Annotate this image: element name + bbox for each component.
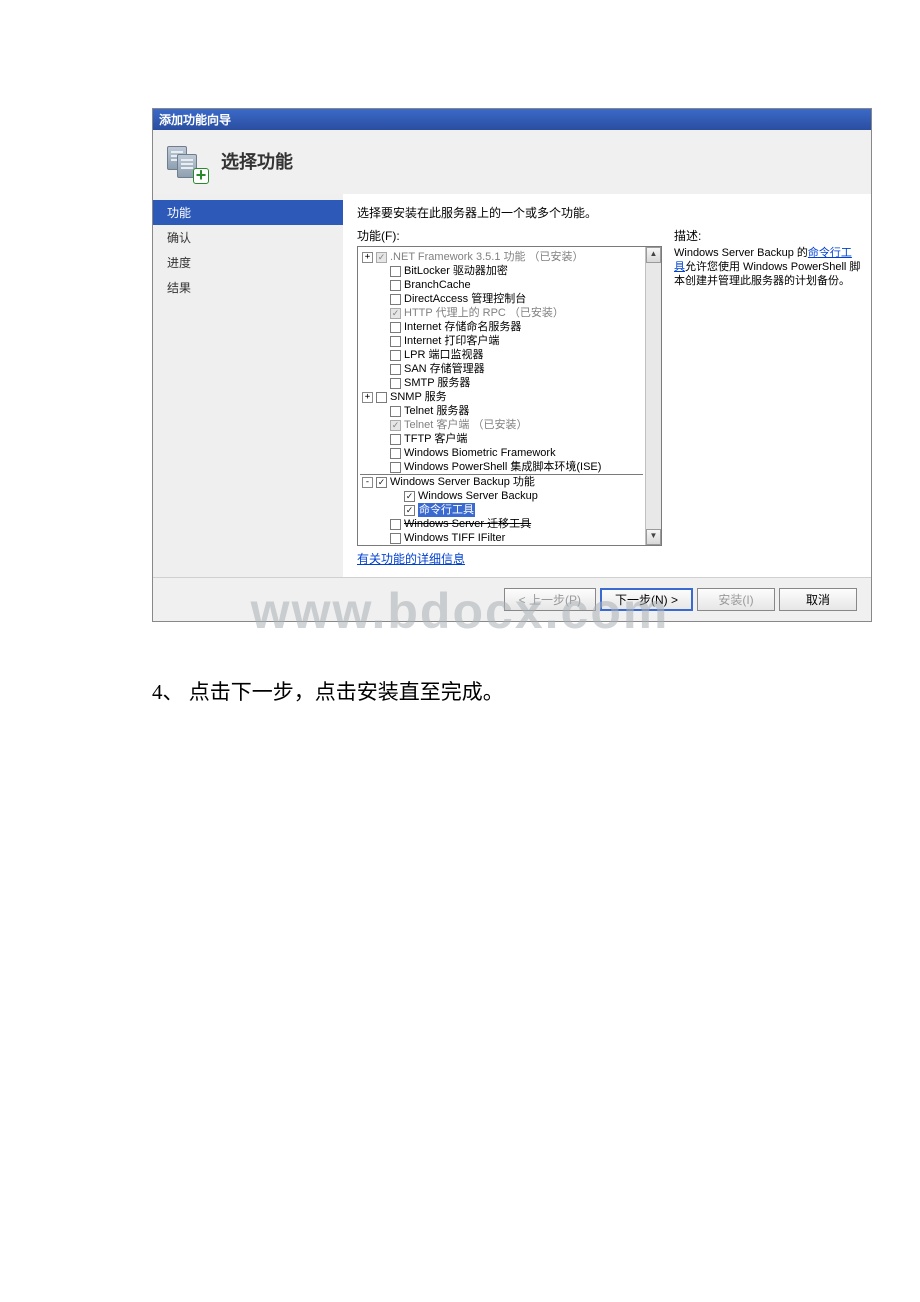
sidebar-item-progress[interactable]: 进度 [153,250,343,275]
tree-item-label: .NET Framework 3.5.1 功能 （已安装） [390,250,584,264]
checkbox[interactable]: ✓ [404,505,415,516]
tree-row[interactable]: ✓命令行工具 [360,503,643,517]
features-tree[interactable]: +✓.NET Framework 3.5.1 功能 （已安装）BitLocker… [357,246,662,546]
description-text: Windows Server Backup 的命令行工具允许您使用 Window… [674,246,861,288]
caption-text: 4、 点击下一步，点击安装直至完成。 [152,676,768,706]
checkbox: ✓ [376,252,387,263]
window-titlebar: 添加功能向导 [153,109,871,130]
sidebar-item-features[interactable]: 功能 [153,200,343,225]
tree-row[interactable]: BitLocker 驱动器加密 [360,264,643,278]
tree-item-label: Windows Server Backup 功能 [390,475,535,489]
add-features-wizard: 添加功能向导 + 选择功能 功能 确认 进度 结果 选择要安装在此服务器上的一个… [152,108,872,622]
features-label: 功能(F): [357,227,662,244]
instruction-text: 选择要安装在此服务器上的一个或多个功能。 [357,204,861,221]
description-label: 描述: [674,227,861,244]
checkbox[interactable] [390,266,401,277]
checkbox: ✓ [390,420,401,431]
checkbox[interactable] [390,336,401,347]
checkbox[interactable] [376,392,387,403]
wizard-sidebar: 功能 确认 进度 结果 [153,194,343,577]
details-link[interactable]: 有关功能的详细信息 [357,550,465,567]
checkbox[interactable] [390,533,401,544]
tree-item-label: TFTP 客户端 [404,432,467,446]
tree-row[interactable]: + SNMP 服务 [360,390,643,404]
checkbox[interactable] [390,519,401,530]
tree-row[interactable]: +✓.NET Framework 3.5.1 功能 （已安装） [360,250,643,264]
scroll-up-button[interactable]: ▲ [646,247,661,263]
checkbox[interactable] [390,280,401,291]
checkbox[interactable]: ✓ [404,491,415,502]
tree-row[interactable]: ✓Windows Server Backup [360,489,643,503]
tree-item-label: Windows Biometric Framework [404,446,556,460]
tree-row[interactable]: Windows Biometric Framework [360,446,643,460]
window-title: 添加功能向导 [159,113,231,127]
expand-icon[interactable]: + [362,392,373,403]
tree-row[interactable]: SAN 存储管理器 [360,362,643,376]
tree-item-label: SNMP 服务 [390,390,447,404]
checkbox: ✓ [390,308,401,319]
tree-item-label: SAN 存储管理器 [404,362,485,376]
checkbox[interactable] [390,322,401,333]
prev-button: < 上一步(P) [504,588,596,611]
collapse-icon[interactable]: - [362,477,373,488]
description-post: 允许您使用 Windows PowerShell 脚本创建并管理此服务器的计划备… [674,261,860,287]
tree-item-label: 命令行工具 [418,503,475,517]
tree-row[interactable]: LPR 端口监视器 [360,348,643,362]
tree-row[interactable]: SMTP 服务器 [360,376,643,390]
checkbox[interactable] [390,294,401,305]
tree-row[interactable]: ✓Telnet 客户端 （已安装） [360,418,643,432]
tree-item-label: BitLocker 驱动器加密 [404,264,508,278]
checkbox[interactable] [390,378,401,389]
tree-row[interactable]: DirectAccess 管理控制台 [360,292,643,306]
scrollbar[interactable]: ▲ ▼ [645,247,661,545]
wizard-header: + 选择功能 [153,130,871,194]
tree-item-label: DirectAccess 管理控制台 [404,292,526,306]
tree-row[interactable]: ✓HTTP 代理上的 RPC （已安装） [360,306,643,320]
scroll-track[interactable] [646,263,661,529]
tree-item-label: BranchCache [404,278,471,292]
tree-row[interactable]: BranchCache [360,278,643,292]
tree-item-label: LPR 端口监视器 [404,348,483,362]
checkbox[interactable] [390,350,401,361]
tree-item-label: Windows TIFF IFilter [404,531,505,545]
tree-item-label: Telnet 客户端 （已安装） [404,418,527,432]
page-title: 选择功能 [221,148,293,174]
tree-item-label: Telnet 服务器 [404,404,469,418]
checkbox[interactable]: ✓ [376,477,387,488]
tree-item-label: Internet 打印客户端 [404,334,499,348]
checkbox[interactable] [390,448,401,459]
wizard-header-icon: + [167,142,205,180]
tree-row[interactable]: Internet 存储命名服务器 [360,320,643,334]
tree-row[interactable]: TFTP 客户端 [360,432,643,446]
tree-row[interactable]: Windows PowerShell 集成脚本环境(ISE) [360,460,643,475]
sidebar-item-result[interactable]: 结果 [153,275,343,300]
checkbox[interactable] [390,434,401,445]
tree-item-label: Windows PowerShell 集成脚本环境(ISE) [404,460,601,474]
cancel-button[interactable]: 取消 [779,588,857,611]
install-button: 安装(I) [697,588,775,611]
checkbox[interactable] [390,462,401,473]
tree-row[interactable]: Telnet 服务器 [360,404,643,418]
tree-item-label: Windows Server Backup [418,489,538,503]
next-button[interactable]: 下一步(N) > [600,588,693,611]
expand-icon[interactable]: + [362,252,373,263]
checkbox[interactable] [390,364,401,375]
description-pre: Windows Server Backup 的 [674,247,808,259]
tree-item-label: Internet 存储命名服务器 [404,320,521,334]
scroll-down-button[interactable]: ▼ [646,529,661,545]
tree-item-label: Windows Server 迁移工具 [404,517,531,531]
tree-row[interactable]: Windows Server 迁移工具 [360,517,643,531]
checkbox[interactable] [390,406,401,417]
tree-item-label: HTTP 代理上的 RPC （已安装） [404,306,564,320]
tree-item-label: SMTP 服务器 [404,376,470,390]
wizard-footer: < 上一步(P) 下一步(N) > 安装(I) 取消 [153,577,871,621]
tree-row[interactable]: Windows TIFF IFilter [360,531,643,545]
tree-row[interactable]: Internet 打印客户端 [360,334,643,348]
wizard-main: 选择要安装在此服务器上的一个或多个功能。 功能(F): +✓.NET Frame… [343,194,871,577]
tree-row[interactable]: -✓Windows Server Backup 功能 [360,475,643,489]
plus-icon: + [193,168,209,184]
sidebar-item-confirm[interactable]: 确认 [153,225,343,250]
